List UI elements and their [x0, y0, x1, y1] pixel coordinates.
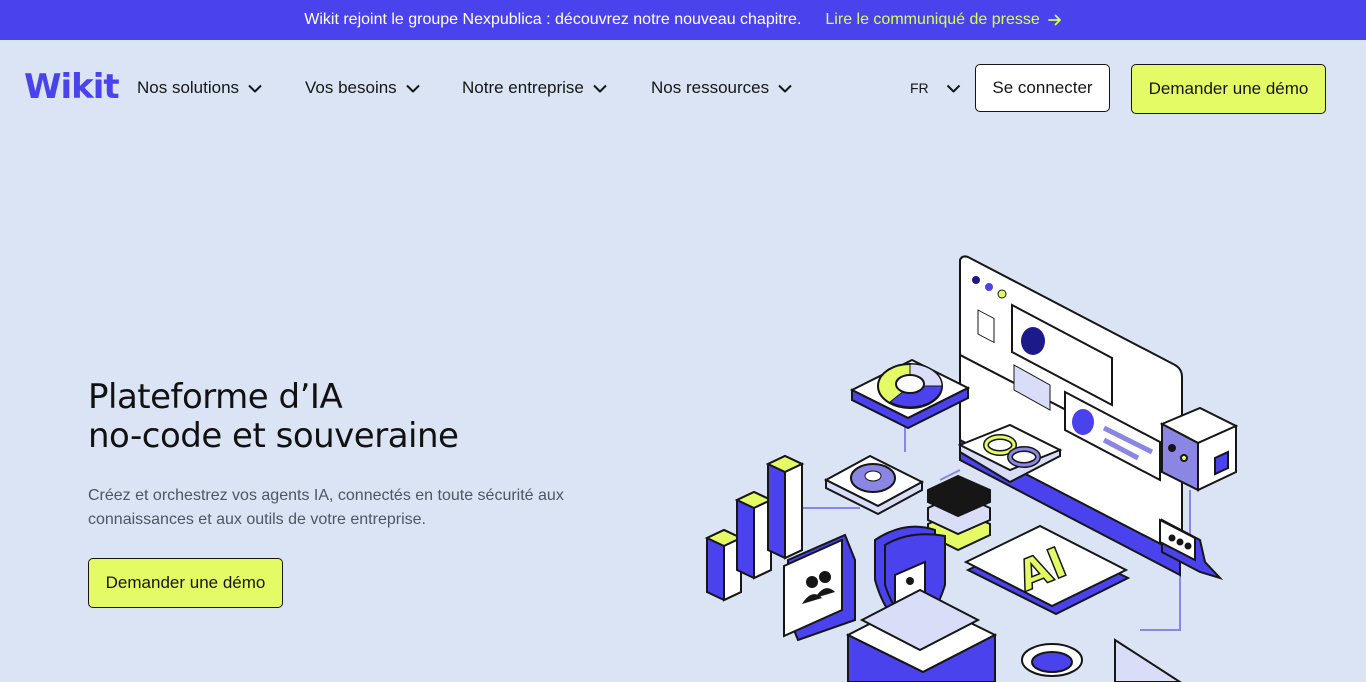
pedestal-icon: [845, 588, 998, 682]
ring-icon: [1021, 643, 1083, 677]
request-demo-button[interactable]: Demander une démo: [1131, 64, 1326, 114]
press-release-link-label: Lire le communiqué de presse: [825, 11, 1040, 28]
nav-nos-solutions[interactable]: Nos solutions: [137, 77, 262, 99]
chevron-down-icon: [778, 84, 792, 92]
press-release-link[interactable]: Lire le communiqué de presse: [825, 11, 1061, 29]
nav-label: Nos ressources: [651, 78, 770, 97]
chevron-down-icon: [405, 84, 420, 92]
chevron-down-icon: [946, 84, 960, 92]
nav-label: Notre entreprise: [462, 78, 584, 97]
hero-subtitle: Créez et orchestrez vos agents IA, conne…: [88, 487, 564, 528]
language-label: FR: [910, 80, 929, 96]
ai-badge-icon: AI: [963, 524, 1131, 616]
announcement-banner: Wikit rejoint le groupe Nexpublica : déc…: [0, 0, 1366, 40]
arrow-right-icon: [1047, 14, 1061, 26]
cursor-icon: [1114, 638, 1182, 682]
platform-illustration: AI: [704, 255, 1239, 682]
nav-label: Vos besoins: [305, 78, 397, 97]
banner-text: Wikit rejoint le groupe Nexpublica : déc…: [304, 11, 802, 28]
login-button[interactable]: Se connecter: [975, 64, 1110, 112]
hero-title-line1: Plateforme d’IA: [88, 377, 343, 417]
hero-demo-button[interactable]: Demander une démo: [88, 558, 283, 608]
wikit-logo[interactable]: Wikit: [24, 67, 120, 107]
language-selector[interactable]: FR: [910, 77, 961, 99]
nav-notre-entreprise[interactable]: Notre entreprise: [462, 77, 607, 99]
hero-title-line2: no-code et souveraine: [88, 416, 459, 456]
nav-nos-ressources[interactable]: Nos ressources: [651, 77, 792, 99]
browser-window-icon: [959, 255, 1183, 577]
site-header: Wikit Nos solutions Vos besoins Notre en…: [0, 40, 1366, 138]
chevron-down-icon: [593, 84, 607, 92]
nav-label: Nos solutions: [137, 78, 240, 97]
cube-icon: [1159, 406, 1239, 492]
donut-chart-icon: [849, 358, 971, 430]
chevron-down-icon: [248, 84, 262, 92]
hero-title: Plateforme d’IA no-code et souveraine: [88, 377, 459, 456]
gear-icon: [823, 454, 925, 516]
nav-vos-besoins[interactable]: Vos besoins: [305, 77, 420, 99]
